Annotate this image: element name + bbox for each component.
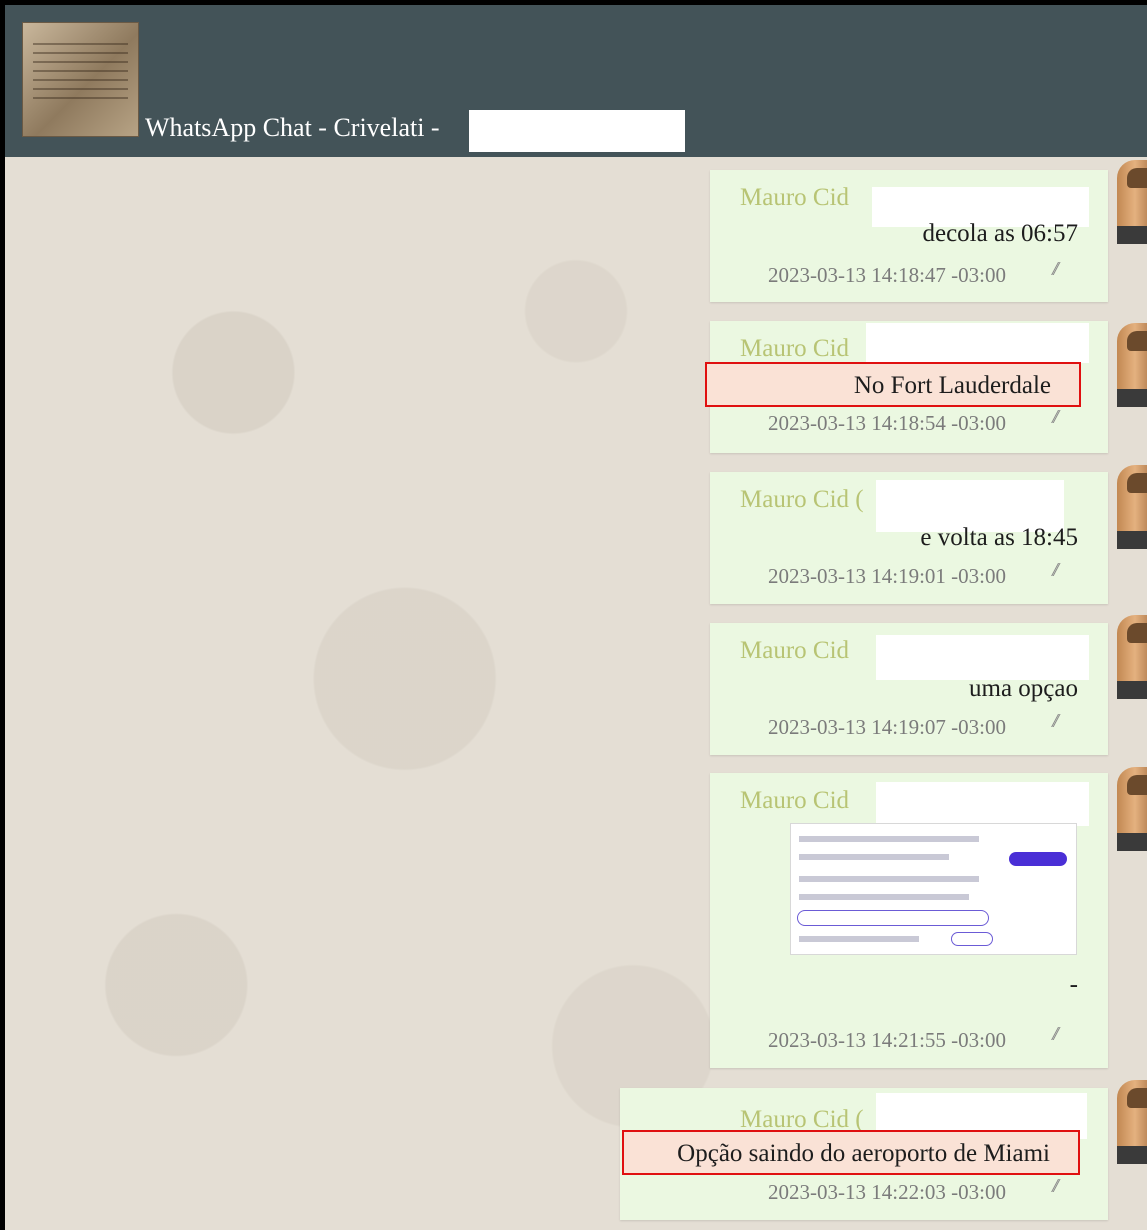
redaction-box: [876, 635, 1089, 680]
double-check-icon: //: [1052, 710, 1059, 732]
sender-avatar[interactable]: [1117, 323, 1147, 407]
message-bubble[interactable]: Mauro Cid - 2023-03-13 14:21:55 -03:00 /…: [710, 773, 1108, 1068]
message-bubble[interactable]: Mauro Cid uma opçao 2023-03-13 14:19:07 …: [710, 623, 1108, 755]
sender-avatar[interactable]: [1117, 767, 1147, 851]
message-text: No Fort Lauderdale: [853, 372, 1051, 399]
sender-avatar[interactable]: [1117, 1080, 1147, 1164]
message-text: -: [1069, 971, 1078, 998]
flight-screenshot-image[interactable]: [790, 823, 1077, 955]
chat-header: WhatsApp Chat - Crivelati -: [5, 5, 1147, 157]
double-check-icon: //: [1052, 258, 1059, 280]
message-timestamp: 2023-03-13 14:19:01 -03:00: [768, 564, 1006, 588]
message-bubble[interactable]: Mauro Cid ( e volta as 18:45 2023-03-13 …: [710, 472, 1108, 604]
double-check-icon: //: [1052, 559, 1059, 581]
image-detail: [799, 836, 979, 842]
sender-name: Mauro Cid (: [740, 486, 864, 513]
highlighted-message-text: Opção saindo do aeroporto de Miami: [622, 1130, 1080, 1175]
sender-name: Mauro Cid: [740, 184, 850, 211]
message-timestamp: 2023-03-13 14:18:47 -03:00: [768, 263, 1006, 287]
message-timestamp: 2023-03-13 14:21:55 -03:00: [768, 1028, 1006, 1052]
sender-name: Mauro Cid: [740, 787, 850, 814]
sender-name: Mauro Cid: [740, 335, 850, 362]
message-text: Opção saindo do aeroporto de Miami: [677, 1140, 1050, 1167]
group-avatar[interactable]: [22, 22, 139, 137]
image-detail: [951, 932, 993, 946]
message-text: e volta as 18:45: [920, 524, 1078, 551]
redaction-box: [866, 323, 1089, 363]
double-check-icon: //: [1052, 406, 1059, 428]
chat-window: WhatsApp Chat - Crivelati - Mauro Cid de…: [5, 5, 1147, 1230]
redaction-box: [876, 782, 1089, 826]
image-detail: [799, 894, 969, 900]
message-text: uma opçao: [969, 675, 1078, 702]
sender-avatar[interactable]: [1117, 465, 1147, 549]
sender-name: Mauro Cid: [740, 637, 850, 664]
sender-avatar[interactable]: [1117, 160, 1147, 244]
redaction-box: [469, 110, 685, 152]
image-detail: [799, 854, 949, 860]
sender-avatar[interactable]: [1117, 615, 1147, 699]
message-timestamp: 2023-03-13 14:22:03 -03:00: [768, 1180, 1006, 1204]
image-detail: [799, 936, 919, 942]
highlighted-message-text: No Fort Lauderdale: [705, 362, 1081, 407]
message-bubble[interactable]: Mauro Cid decola as 06:57 2023-03-13 14:…: [710, 170, 1108, 302]
double-check-icon: //: [1052, 1175, 1059, 1197]
image-detail: [797, 910, 989, 926]
message-timestamp: 2023-03-13 14:19:07 -03:00: [768, 715, 1006, 739]
image-detail: [1009, 852, 1067, 866]
image-detail: [799, 876, 979, 882]
message-timestamp: 2023-03-13 14:18:54 -03:00: [768, 411, 1006, 435]
double-check-icon: //: [1052, 1023, 1059, 1045]
message-text: decola as 06:57: [922, 220, 1078, 247]
chat-title: WhatsApp Chat - Crivelati -: [145, 113, 440, 142]
